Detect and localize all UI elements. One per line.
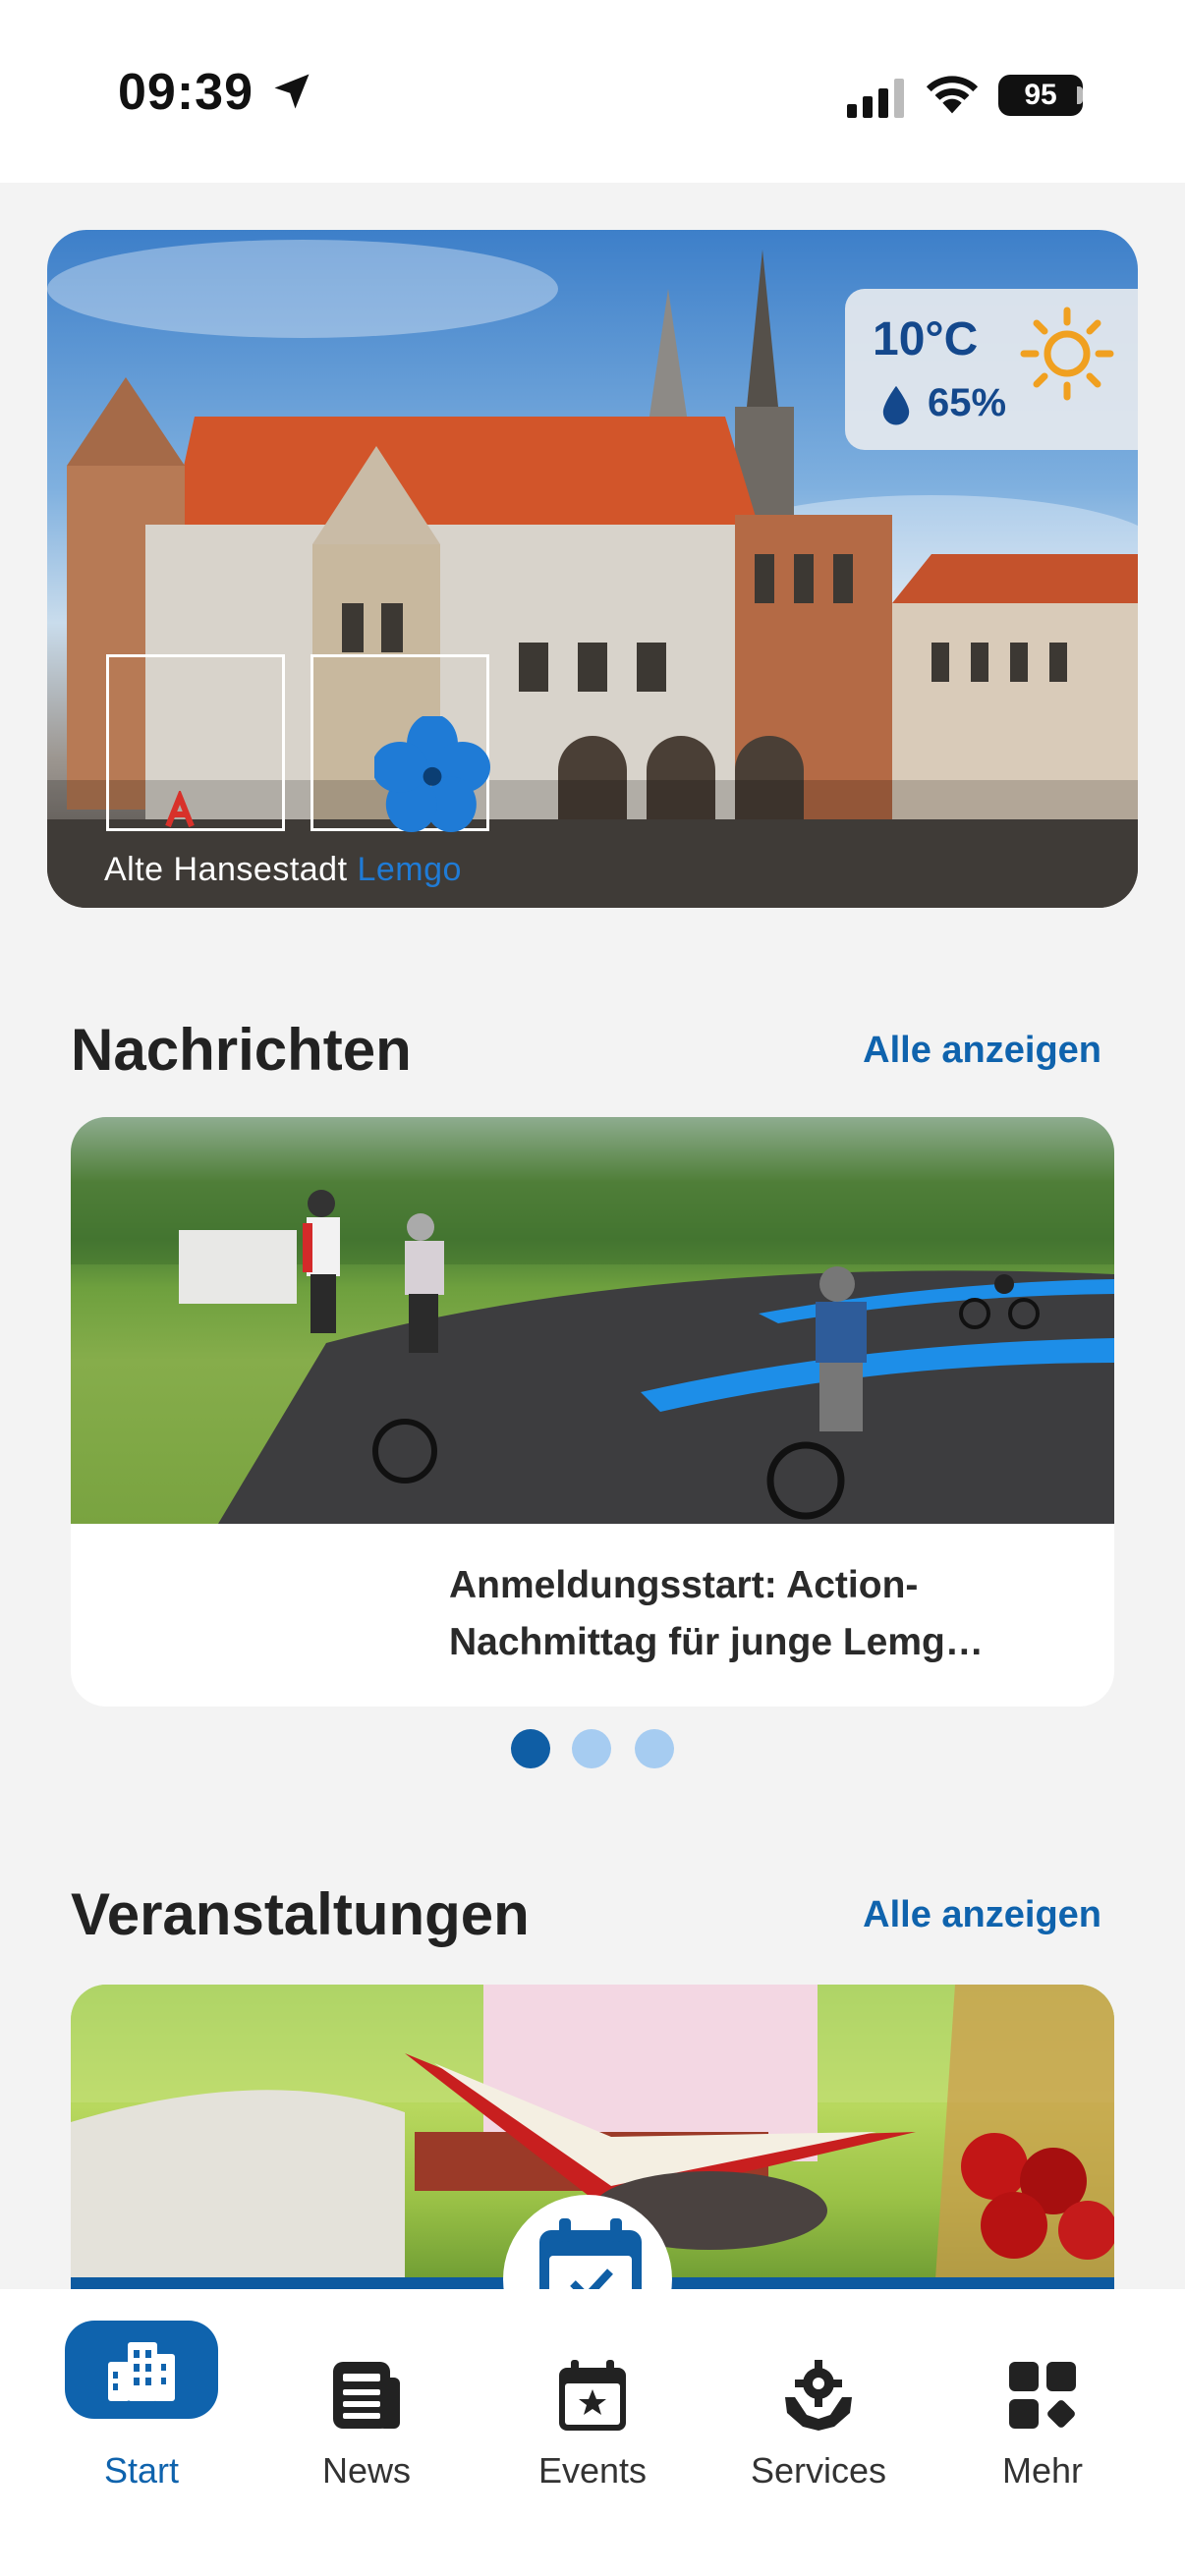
cellular-signal-icon <box>847 79 904 118</box>
pumptrack-photo <box>71 1117 1114 1524</box>
logo-frame-right <box>310 654 490 832</box>
lemgo-flower-logo-icon <box>374 716 490 832</box>
newspaper-icon <box>333 2362 400 2429</box>
news-card[interactable]: Anmeldungsstart: Action-Nachmittag für j… <box>71 1117 1114 1707</box>
tab-label-mehr: Mehr <box>1001 2450 1084 2491</box>
news-item-title: Anmeldungsstart: Action-Nachmittag für j… <box>449 1564 984 1663</box>
news-section-title: Nachrichten <box>71 1017 412 1083</box>
carousel-dot-active[interactable] <box>511 1729 550 1768</box>
drop-icon <box>882 385 910 425</box>
tab-label-news: News <box>321 2450 412 2491</box>
carousel-dot[interactable] <box>572 1729 611 1768</box>
sun-icon <box>1020 307 1114 401</box>
tab-start[interactable]: Start <box>65 2321 218 2517</box>
events-section-title: Veranstaltungen <box>71 1881 530 1947</box>
status-bar: 09:39 95 <box>0 0 1185 183</box>
carousel-dot[interactable] <box>635 1729 674 1768</box>
hero-caption: Alte Hansestadt Lemgo <box>104 851 462 889</box>
wifi-icon <box>926 76 979 114</box>
calendar-star-icon <box>559 2360 626 2431</box>
gear-hands-icon <box>785 2360 852 2431</box>
hero-banner[interactable]: 10°C 65% Alte Hansestadt Lemgo <box>47 230 1138 908</box>
caption-prefix: Alte Hansestadt <box>104 851 348 888</box>
events-show-all-link[interactable]: Alle anzeigen <box>863 1894 1101 1936</box>
status-time: 09:39 <box>118 64 254 121</box>
location-arrow-icon <box>274 74 310 109</box>
caption-accent: Lemgo <box>357 851 462 888</box>
grid-more-icon <box>1009 2362 1076 2429</box>
battery-icon: 95 <box>998 75 1083 116</box>
news-show-all-link[interactable]: Alle anzeigen <box>863 1030 1101 1072</box>
city-buildings-icon <box>108 2342 175 2401</box>
tab-mehr[interactable]: Mehr <box>934 2328 1151 2525</box>
logo-frame-left <box>106 654 285 831</box>
weather-temperature: 10°C <box>873 313 979 365</box>
pharmacy-sign-icon <box>165 791 195 828</box>
tab-label-start: Start <box>103 2450 180 2491</box>
battery-tip <box>1077 86 1083 104</box>
bottom-tab-bar: Start News Events Services Mehr <box>0 2289 1185 2576</box>
tab-services[interactable]: Services <box>710 2328 927 2525</box>
news-card-image <box>71 1117 1114 1524</box>
tab-events[interactable]: Events <box>484 2328 701 2525</box>
weather-widget[interactable]: 10°C 65% <box>845 289 1138 450</box>
weather-humidity: 65% <box>928 381 1007 424</box>
tab-news[interactable]: News <box>258 2328 475 2525</box>
tab-label-services: Services <box>750 2450 887 2491</box>
tab-label-events: Events <box>537 2450 648 2491</box>
